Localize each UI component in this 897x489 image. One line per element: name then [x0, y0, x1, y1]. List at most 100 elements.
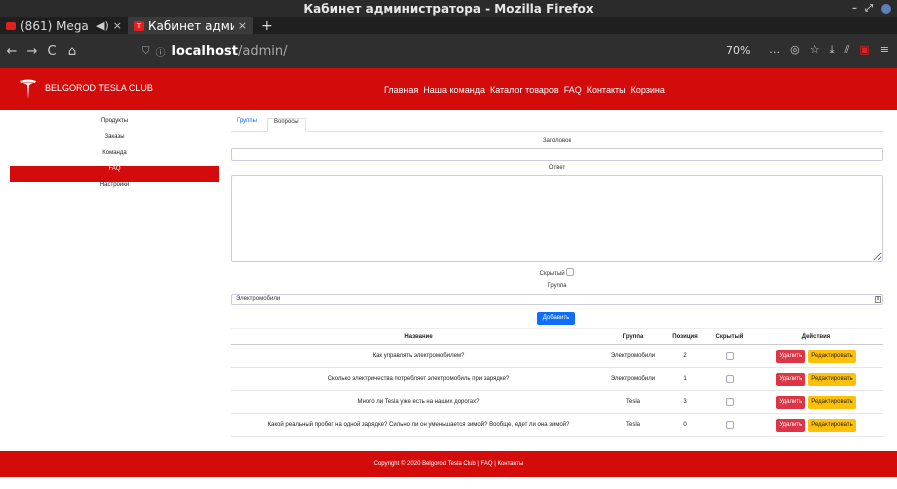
pocket-icon[interactable]: ◎ [790, 43, 800, 57]
nav-link-home[interactable]: Главная [384, 85, 418, 95]
new-tab-button[interactable]: + [253, 17, 281, 34]
browser-tab-label: (861) Mega Hits [20, 18, 92, 33]
close-window-icon[interactable] [881, 3, 891, 14]
sidebar-item-team[interactable]: Команда [10, 150, 219, 166]
cell-name: Как управлять электромобилем? [231, 344, 606, 368]
edit-button[interactable]: Редактировать [808, 349, 856, 363]
cell-group: Tesla [606, 390, 660, 414]
footer-text: Copyright © 2020 Belgorod Tesla Club | F… [373, 461, 524, 467]
hidden-field: Скрытый [231, 268, 883, 277]
info-icon[interactable]: ⓘ [156, 44, 166, 59]
reload-icon[interactable]: C [42, 44, 62, 59]
browser-tab-admin[interactable]: T Кабинет админис × [128, 17, 253, 34]
nav-link-team[interactable]: Наша команда [423, 85, 485, 95]
hidden-checkbox[interactable] [566, 268, 575, 276]
minimize-icon[interactable]: – [852, 3, 857, 14]
close-tab-icon[interactable]: × [113, 19, 122, 32]
hidden-label: Скрытый [539, 271, 565, 277]
nav-link-cart[interactable]: Корзина [631, 85, 665, 95]
back-icon[interactable]: ← [2, 44, 22, 59]
window-titlebar: Кабинет администратора - Mozilla Firefox… [0, 0, 897, 17]
delete-button[interactable]: Удалить [776, 372, 806, 386]
row-hidden-checkbox[interactable] [725, 374, 734, 383]
row-hidden-checkbox[interactable] [725, 420, 734, 429]
cell-hidden [710, 367, 749, 391]
cell-name: Много ли Tesla уже есть на наших дорогах… [231, 390, 606, 414]
group-select-value: Электромобили [236, 296, 281, 302]
window-title: Кабинет администратора - Mozilla Firefox [303, 1, 594, 16]
faq-tabs: Группы Вопросы [231, 118, 883, 132]
table-row: Сколько электричества потребляет электро… [231, 367, 883, 391]
browser-tabbar: (861) Mega Hits ◀) × T Кабинет админис ×… [0, 17, 897, 34]
tracking-shield-icon[interactable]: ⛉ [142, 46, 150, 57]
delete-button[interactable]: Удалить [776, 349, 806, 363]
answer-textarea[interactable] [231, 175, 883, 262]
tab-questions[interactable]: Вопросы [267, 118, 306, 132]
zoom-level[interactable]: 70% [726, 44, 750, 57]
add-button[interactable]: Добавить [537, 312, 575, 325]
bookmark-star-icon[interactable]: ☆ [810, 43, 820, 57]
toolbar-icons: … ◎ ☆ ⤓ ⫽ ▣ ≡ [769, 43, 889, 57]
url-host: localhost [171, 44, 238, 59]
browser-tab-label: Кабинет админис [148, 18, 234, 33]
select-spinner-icon[interactable]: ⇕ [875, 296, 881, 303]
extension-icon[interactable]: ▣ [859, 43, 869, 57]
cell-hidden [710, 344, 749, 368]
url-bar[interactable]: ⛉ ⓘ localhost/admin/ [142, 43, 756, 60]
delete-button[interactable]: Удалить [776, 418, 806, 432]
site-footer: Copyright © 2020 Belgorod Tesla Club | F… [0, 451, 897, 477]
title-input[interactable] [231, 148, 883, 161]
edit-button[interactable]: Редактировать [808, 372, 856, 386]
column-header-position: Позиция [660, 328, 710, 345]
table-row: Как управлять электромобилем? Электромоб… [231, 344, 883, 368]
cell-position: 2 [660, 344, 710, 368]
maximize-icon[interactable]: ⤢ [865, 3, 873, 14]
admin-sidebar: Продукты Заказы Команда FAQ Настройки [10, 118, 219, 198]
table-row: Много ли Tesla уже есть на наших дорогах… [231, 390, 883, 414]
cell-actions: Удалить Редактировать [749, 413, 883, 437]
library-icon[interactable]: ⫽ [844, 43, 849, 57]
cell-actions: Удалить Редактировать [749, 390, 883, 414]
table-row: Какой реальный пробег на одной зарядке? … [231, 413, 883, 437]
forward-icon[interactable]: → [22, 44, 42, 59]
page-actions-icon[interactable]: … [769, 43, 780, 57]
column-header-group: Группа [606, 328, 660, 345]
sidebar-item-products[interactable]: Продукты [10, 118, 219, 134]
group-select[interactable]: Электромобили ⇕ [231, 294, 883, 305]
cell-actions: Удалить Редактировать [749, 344, 883, 368]
top-navigation: Главная Наша команда Каталог товаров FAQ… [384, 85, 665, 95]
youtube-icon [6, 21, 16, 30]
column-header-hidden: Скрытый [710, 328, 749, 345]
delete-button[interactable]: Удалить [776, 395, 806, 409]
nav-link-faq[interactable]: FAQ [564, 85, 582, 95]
home-icon[interactable]: ⌂ [62, 44, 82, 59]
nav-link-catalog[interactable]: Каталог товаров [490, 85, 559, 95]
audio-icon[interactable]: ◀) [96, 19, 109, 32]
group-label: Группа [547, 283, 567, 289]
tesla-logo-icon[interactable] [20, 79, 36, 99]
cell-position: 0 [660, 413, 710, 437]
cell-group: Электромобили [606, 367, 660, 391]
url-path: /admin/ [237, 44, 288, 59]
column-header-name: Название [231, 328, 606, 345]
downloads-icon[interactable]: ⤓ [830, 43, 835, 57]
table-header-row: Название Группа Позиция Скрытый Действия [231, 328, 883, 345]
tab-groups[interactable]: Группы [231, 118, 263, 132]
brand-name[interactable]: BELGOROD TESLA CLUB [45, 83, 153, 93]
window-controls: – ⤢ [852, 0, 891, 17]
cell-group: Tesla [606, 413, 660, 437]
tesla-favicon-icon: T [134, 20, 144, 31]
sidebar-item-settings[interactable]: Настройки [10, 182, 219, 198]
sidebar-item-orders[interactable]: Заказы [10, 134, 219, 150]
edit-button[interactable]: Редактировать [808, 395, 856, 409]
row-hidden-checkbox[interactable] [725, 397, 734, 406]
nav-link-contacts[interactable]: Контакты [587, 85, 626, 95]
row-hidden-checkbox[interactable] [725, 351, 734, 360]
cell-actions: Удалить Редактировать [749, 367, 883, 391]
browser-tab-music[interactable]: (861) Mega Hits ◀) × [0, 17, 128, 34]
menu-icon[interactable]: ≡ [880, 43, 889, 57]
sidebar-item-faq[interactable]: FAQ [10, 166, 219, 182]
close-tab-icon[interactable]: × [238, 19, 247, 32]
faq-table: Название Группа Позиция Скрытый Действия… [231, 328, 883, 437]
edit-button[interactable]: Редактировать [808, 418, 856, 432]
